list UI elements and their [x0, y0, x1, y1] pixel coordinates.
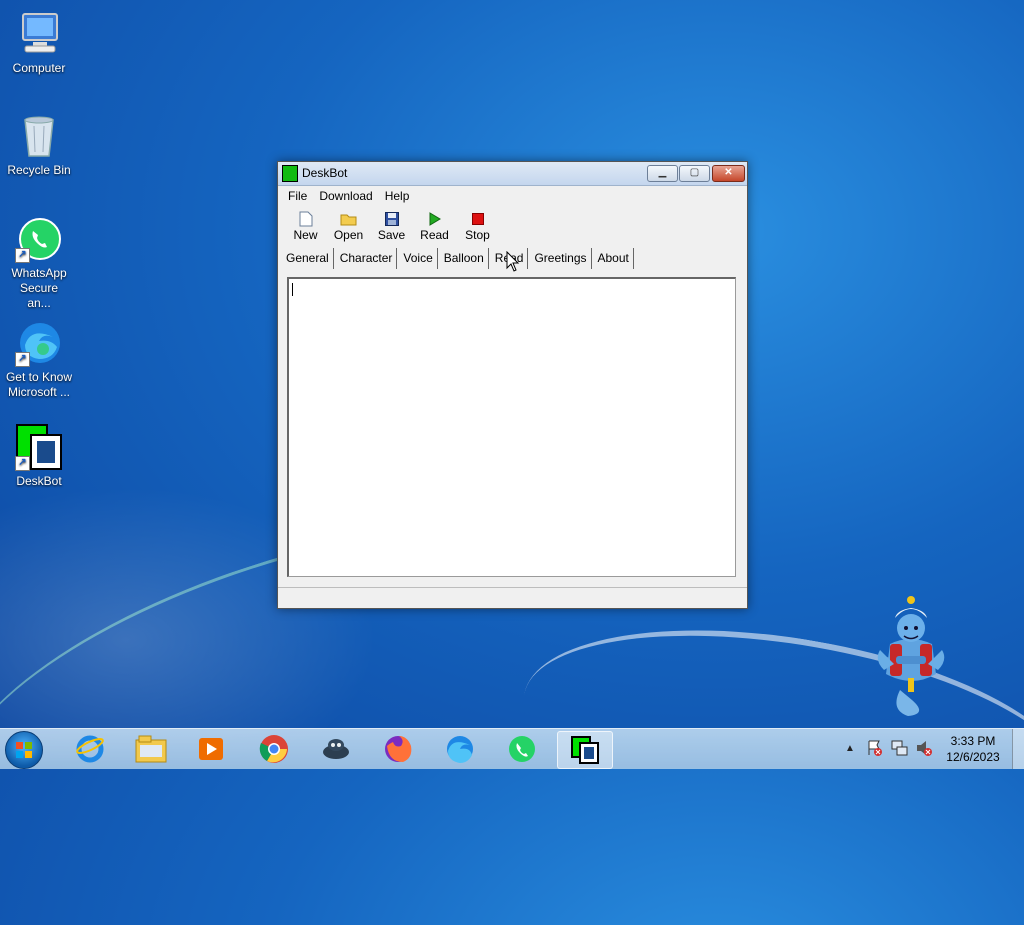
desktop-icon-label: Recycle Bin [7, 163, 71, 177]
desktop-icon-label: Computer [12, 61, 66, 75]
play-icon [413, 210, 456, 228]
minimize-button[interactable]: ▁ [647, 165, 678, 182]
save-button[interactable]: Save [370, 206, 413, 246]
new-button[interactable]: New [284, 206, 327, 246]
text-caret [292, 283, 293, 296]
tab-voice[interactable]: Voice [399, 248, 438, 269]
stop-label: Stop [465, 228, 490, 242]
menu-file[interactable]: File [282, 186, 313, 206]
taskbar-deskbot[interactable] [557, 731, 613, 769]
whatsapp-icon [509, 736, 535, 762]
status-bar [278, 587, 747, 608]
open-button[interactable]: Open [327, 206, 370, 246]
desktop-icon-recycle-bin[interactable]: Recycle Bin [2, 112, 76, 178]
new-document-icon [284, 210, 327, 228]
new-label: New [293, 228, 318, 242]
save-label: Save [377, 228, 406, 242]
title-bar[interactable]: DeskBot ▁ ▢ ✕ [278, 162, 747, 186]
close-button[interactable]: ✕ [712, 165, 745, 182]
deskbot-icon: ↗ [15, 423, 63, 471]
clock-date: 12/6/2023 [946, 750, 1000, 764]
floppy-disk-icon [370, 210, 413, 228]
taskbar-whatsapp[interactable] [495, 731, 549, 767]
tab-balloon[interactable]: Balloon [440, 248, 489, 269]
open-folder-icon [327, 210, 370, 228]
network-icon[interactable] [891, 739, 909, 762]
internet-explorer-icon [76, 735, 104, 763]
edge-icon: ↗ [15, 319, 63, 367]
desktop-icon-computer[interactable]: Computer [2, 10, 76, 76]
file-explorer-icon [135, 735, 167, 763]
action-center-flag-icon[interactable] [867, 739, 883, 762]
toolbar: New Open Save Read Stop [278, 206, 747, 246]
read-label: Read [420, 228, 449, 242]
desktop-icon-label: Get to Know Microsoft ... [5, 370, 73, 399]
mouse-cursor-icon [506, 250, 520, 278]
taskbar: ▲ 3:33 PM 12/6/2023 [0, 728, 1024, 769]
recycle-bin-icon [15, 112, 63, 160]
window-title: DeskBot [302, 166, 348, 180]
shortcut-arrow-icon: ↗ [15, 248, 30, 263]
taskbar-media-player[interactable] [184, 731, 238, 767]
deskbot-window[interactable]: DeskBot ▁ ▢ ✕ File Download Help New Ope… [277, 161, 748, 609]
firefox-icon [385, 736, 412, 762]
deskbot-icon [571, 736, 599, 764]
tab-about[interactable]: About [594, 248, 634, 269]
taskbar-firefox[interactable] [371, 731, 425, 767]
cyberduck-icon [323, 739, 349, 759]
media-player-icon [199, 738, 223, 760]
system-clock[interactable]: 3:33 PM 12/6/2023 [940, 733, 1006, 765]
menu-bar: File Download Help [278, 186, 747, 206]
read-text-area[interactable] [287, 277, 736, 577]
tab-general[interactable]: General [282, 248, 334, 269]
desktop-icon-get-to-know[interactable]: ↗ Get to Know Microsoft ... [2, 319, 76, 400]
edge-icon [447, 736, 473, 763]
genie-character[interactable] [876, 594, 946, 718]
stop-button[interactable]: Stop [456, 206, 499, 246]
stop-icon [456, 210, 499, 228]
desktop-icon-whatsapp[interactable]: ↗ WhatsApp Secure an... [2, 215, 76, 311]
start-button[interactable] [5, 731, 43, 769]
show-hidden-icons-chevron-icon[interactable]: ▲ [845, 743, 855, 754]
computer-icon [15, 10, 63, 58]
tab-greetings[interactable]: Greetings [530, 248, 592, 269]
chrome-icon [259, 735, 288, 763]
read-button[interactable]: Read [413, 206, 456, 246]
taskbar-internet-explorer[interactable] [63, 731, 117, 767]
windows-logo-icon [16, 742, 32, 758]
deskbot-app-icon [282, 165, 298, 182]
menu-help[interactable]: Help [379, 186, 416, 206]
restore-button[interactable]: ▢ [679, 165, 710, 182]
show-desktop-button[interactable] [1012, 729, 1024, 769]
desktop-icon-label: WhatsApp Secure an... [11, 266, 67, 310]
taskbar-file-explorer[interactable] [124, 731, 178, 767]
taskbar-cyberduck[interactable] [309, 731, 363, 767]
desktop-icon-deskbot[interactable]: ↗ DeskBot [2, 423, 76, 489]
taskbar-edge[interactable] [433, 731, 487, 767]
desktop-icon-label: DeskBot [16, 474, 62, 488]
volume-muted-icon[interactable] [915, 739, 933, 762]
menu-download[interactable]: Download [313, 186, 378, 206]
whatsapp-icon: ↗ [15, 215, 63, 263]
taskbar-chrome[interactable] [247, 731, 301, 767]
tab-strip: General Character Voice Balloon Read Gre… [282, 248, 636, 269]
open-label: Open [333, 228, 364, 242]
tab-character[interactable]: Character [336, 248, 398, 269]
clock-time: 3:33 PM [950, 734, 996, 748]
shortcut-arrow-icon: ↗ [15, 456, 30, 471]
shortcut-arrow-icon: ↗ [15, 352, 30, 367]
